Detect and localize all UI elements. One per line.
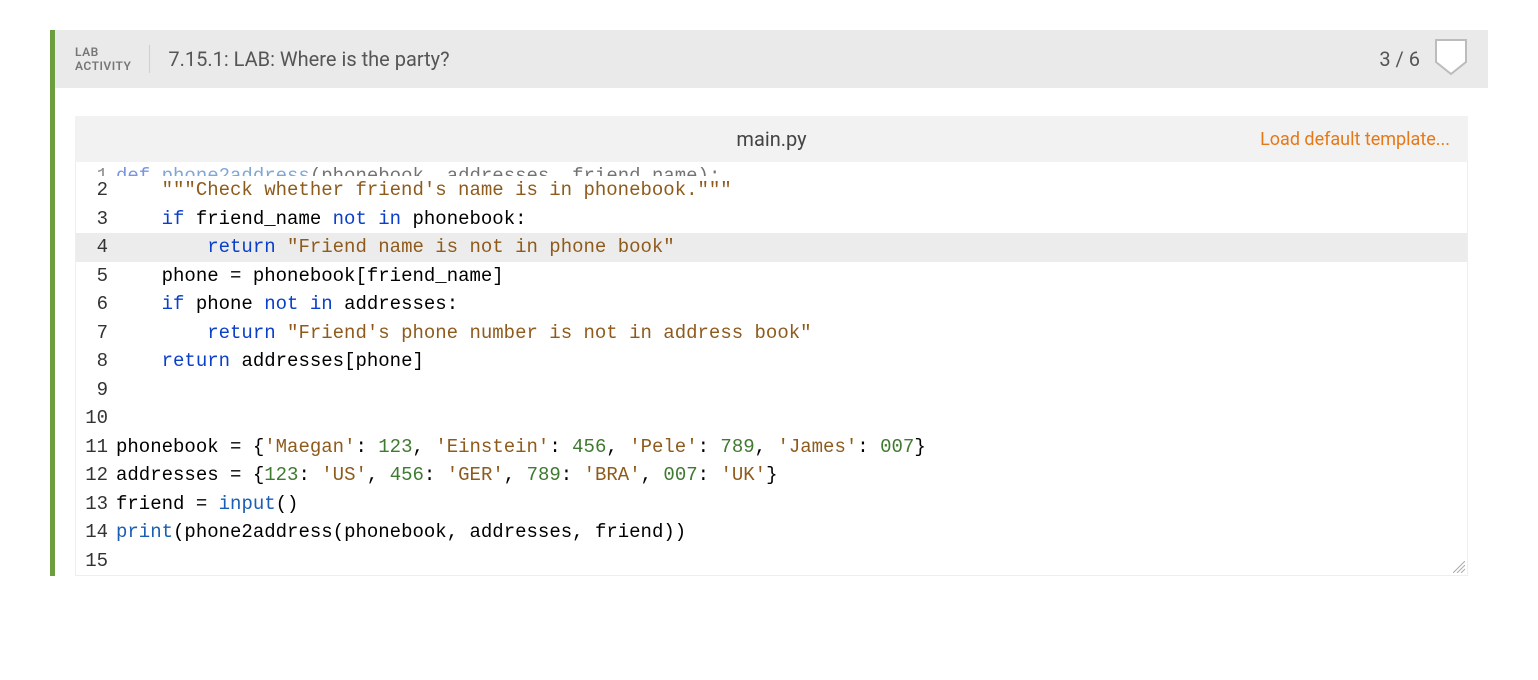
code-line[interactable]: """Check whether friend's name is in pho… [116,176,1467,205]
lab-header: LAB ACTIVITY 7.15.1: LAB: Where is the p… [55,30,1488,88]
code-line[interactable]: addresses = {123: 'US', 456: 'GER', 789:… [116,461,1467,490]
line-number: 4 [76,233,116,262]
line-number: 11 [76,433,116,462]
code-line[interactable] [116,376,1467,405]
code-row[interactable]: 8 return addresses[phone] [76,347,1467,376]
code-row[interactable]: 15 [76,547,1467,576]
code-line[interactable]: if phone not in addresses: [116,290,1467,319]
code-editor[interactable]: 1def phone2address(phonebook, addresses,… [75,162,1468,576]
code-line[interactable]: return "Friend's phone number is not in … [116,319,1467,348]
line-number: 13 [76,490,116,519]
load-default-template-link[interactable]: Load default template... [1260,129,1450,150]
score-display: 3 / 6 [1379,47,1420,71]
shield-icon [1434,38,1468,80]
code-line[interactable]: phone = phonebook[friend_name] [116,262,1467,291]
code-row[interactable]: 9 [76,376,1467,405]
line-number: 8 [76,347,116,376]
editor-area: main.py Load default template... 1def ph… [55,88,1488,576]
code-row[interactable]: 11phonebook = {'Maegan': 123, 'Einstein'… [76,433,1467,462]
code-row[interactable]: 6 if phone not in addresses: [76,290,1467,319]
line-number: 7 [76,319,116,348]
code-row[interactable]: 7 return "Friend's phone number is not i… [76,319,1467,348]
code-line[interactable]: return "Friend name is not in phone book… [116,233,1467,262]
filename-label: main.py [736,127,806,151]
line-number: 5 [76,262,116,291]
code-line[interactable]: phonebook = {'Maegan': 123, 'Einstein': … [116,433,1467,462]
code-line[interactable]: print(phone2address(phonebook, addresses… [116,518,1467,547]
code-row[interactable]: 2 """Check whether friend's name is in p… [76,176,1467,205]
line-number: 14 [76,518,116,547]
line-number: 3 [76,205,116,234]
lab-label-line-2: ACTIVITY [75,59,131,73]
code-row[interactable]: 10 [76,404,1467,433]
lab-activity-label: LAB ACTIVITY [75,45,150,74]
line-number: 15 [76,547,116,576]
code-row[interactable]: 12addresses = {123: 'US', 456: 'GER', 78… [76,461,1467,490]
code-row[interactable]: 3 if friend_name not in phonebook: [76,205,1467,234]
code-row[interactable]: 4 return "Friend name is not in phone bo… [76,233,1467,262]
code-row[interactable]: 1def phone2address(phonebook, addresses,… [76,162,1467,176]
code-line[interactable]: if friend_name not in phonebook: [116,205,1467,234]
code-row[interactable]: 13friend = input() [76,490,1467,519]
lab-container: LAB ACTIVITY 7.15.1: LAB: Where is the p… [50,30,1488,576]
code-line[interactable]: friend = input() [116,490,1467,519]
lab-label-line-1: LAB [75,45,131,59]
line-number: 1 [76,162,116,176]
code-row[interactable]: 5 phone = phonebook[friend_name] [76,262,1467,291]
code-line[interactable] [116,404,1467,433]
line-number: 2 [76,176,116,205]
line-number: 12 [76,461,116,490]
code-line[interactable]: return addresses[phone] [116,347,1467,376]
line-number: 10 [76,404,116,433]
line-number: 9 [76,376,116,405]
code-line[interactable]: def phone2address(phonebook, addresses, … [116,162,1467,176]
code-line[interactable] [116,547,1467,576]
editor-header: main.py Load default template... [75,116,1468,162]
resize-handle-icon[interactable] [1453,561,1465,573]
lab-title: 7.15.1: LAB: Where is the party? [168,47,1379,71]
code-row[interactable]: 14print(phone2address(phonebook, address… [76,518,1467,547]
line-number: 6 [76,290,116,319]
